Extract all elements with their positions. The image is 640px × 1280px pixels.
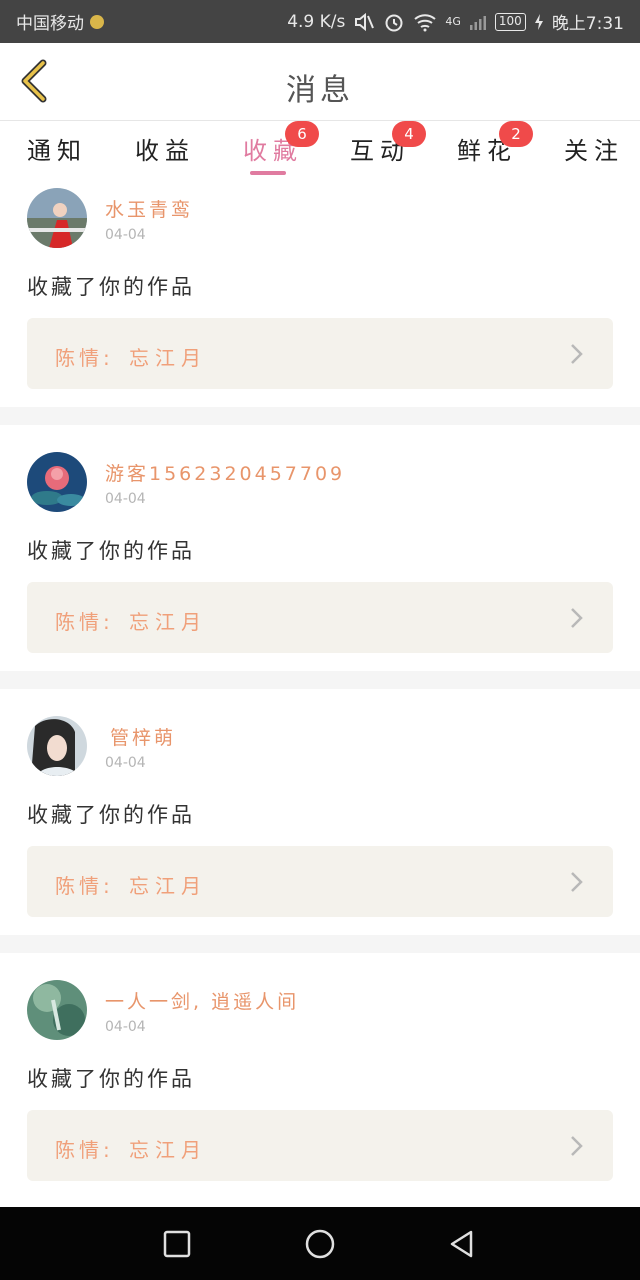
- divider: [0, 671, 640, 689]
- wifi-icon: [413, 12, 437, 32]
- network-speed: 4.9 K/s: [287, 11, 346, 32]
- mute-icon: [353, 12, 375, 32]
- system-nav-bar: [0, 1207, 640, 1280]
- list-item: 一人一剑, 逍遥人间 04-04 收藏了你的作品 陈情: 忘江月: [0, 953, 640, 1199]
- timestamp: 04-04: [105, 491, 146, 507]
- timestamp: 04-04: [105, 755, 146, 771]
- list-item: 管梓萌 04-04 收藏了你的作品 陈情: 忘江月: [0, 689, 640, 935]
- notification-dot-icon: [90, 14, 104, 29]
- tab-favorites[interactable]: 收藏 6: [243, 121, 319, 166]
- work-link[interactable]: 陈情: 忘江月: [27, 582, 613, 653]
- work-series: 陈情:: [55, 874, 114, 898]
- username[interactable]: 一人一剑, 逍遥人间: [105, 987, 299, 1014]
- action-text: 收藏了你的作品: [27, 539, 195, 563]
- work-title: 忘江月: [129, 610, 207, 634]
- username[interactable]: 游客1562320457709: [105, 459, 345, 486]
- avatar[interactable]: [27, 716, 87, 776]
- clock: 晚上7:31: [551, 14, 624, 34]
- tab-bar: 通知 收益 收藏 6 互动 4 鲜花 2 关注: [0, 121, 640, 179]
- tab-flowers[interactable]: 鲜花 2: [457, 121, 533, 166]
- signal-icon: [469, 13, 487, 31]
- triangle-back-icon: [450, 1230, 473, 1258]
- charging-icon: [534, 13, 544, 31]
- chevron-right-icon: [571, 344, 583, 364]
- page-title: 消息: [286, 73, 354, 108]
- divider: [0, 935, 640, 953]
- username[interactable]: 管梓萌: [110, 723, 176, 750]
- timestamp: 04-04: [105, 227, 146, 243]
- list-item: 游客1562320457709 04-04 收藏了你的作品 陈情: 忘江月: [0, 425, 640, 671]
- work-link[interactable]: 陈情: 忘江月: [27, 1110, 613, 1181]
- app-header: 消息: [0, 43, 640, 121]
- square-icon: [163, 1230, 191, 1258]
- tab-earnings[interactable]: 收益: [135, 131, 195, 166]
- work-link[interactable]: 陈情: 忘江月: [27, 318, 613, 389]
- action-text: 收藏了你的作品: [27, 275, 195, 299]
- timestamp: 04-04: [105, 1019, 146, 1035]
- work-series: 陈情:: [55, 1138, 114, 1162]
- carrier-info: 中国移动: [16, 9, 104, 34]
- alarm-icon: [383, 11, 405, 33]
- avatar[interactable]: [27, 452, 87, 512]
- chevron-right-icon: [571, 1136, 583, 1156]
- tab-badge: 6: [285, 121, 319, 147]
- home-button[interactable]: [303, 1227, 337, 1261]
- divider: [0, 407, 640, 425]
- status-right: 4.9 K/s 4G 100 晚上7:31: [287, 9, 624, 35]
- tab-label: 收益: [135, 137, 195, 165]
- work-link[interactable]: 陈情: 忘江月: [27, 846, 613, 917]
- work-series: 陈情:: [55, 346, 114, 370]
- action-text: 收藏了你的作品: [27, 803, 195, 827]
- recents-button[interactable]: [160, 1227, 194, 1261]
- back-nav-button[interactable]: [445, 1227, 479, 1261]
- tab-badge: 4: [392, 121, 426, 147]
- tab-notifications[interactable]: 通知: [27, 131, 87, 166]
- tab-label: 通知: [27, 137, 87, 165]
- circle-icon: [305, 1229, 335, 1259]
- network-type: 4G: [445, 15, 461, 28]
- work-title: 忘江月: [129, 874, 207, 898]
- username[interactable]: 水玉青鸾: [105, 195, 193, 222]
- chevron-right-icon: [571, 872, 583, 892]
- tab-interactions[interactable]: 互动 4: [350, 121, 426, 166]
- tab-following[interactable]: 关注: [564, 131, 624, 166]
- action-text: 收藏了你的作品: [27, 1067, 195, 1091]
- avatar[interactable]: [27, 188, 87, 248]
- status-bar: 中国移动 4.9 K/s 4G 100 晚上7:31: [0, 0, 640, 43]
- tab-label: 关注: [564, 137, 624, 165]
- carrier-name: 中国移动: [16, 14, 84, 34]
- chevron-right-icon: [571, 608, 583, 628]
- work-title: 忘江月: [129, 346, 207, 370]
- battery-indicator: 100: [494, 12, 526, 31]
- list-item: 水玉青鸾 04-04 收藏了你的作品 陈情: 忘江月: [0, 179, 640, 407]
- work-series: 陈情:: [55, 610, 114, 634]
- message-list: 水玉青鸾 04-04 收藏了你的作品 陈情: 忘江月 游客15623204577…: [0, 179, 640, 1199]
- avatar[interactable]: [27, 980, 87, 1040]
- active-tab-indicator: [250, 171, 286, 175]
- work-title: 忘江月: [129, 1138, 207, 1162]
- tab-badge: 2: [499, 121, 533, 147]
